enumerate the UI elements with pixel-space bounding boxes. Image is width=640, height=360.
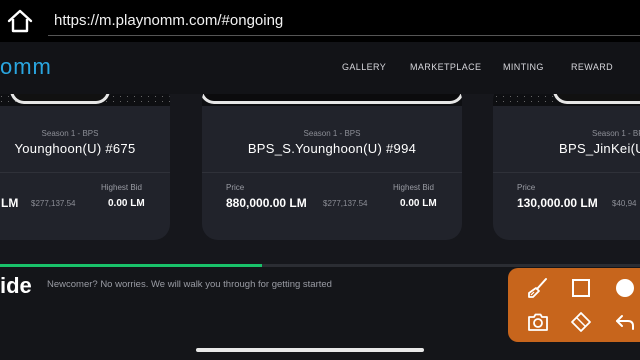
nav-marketplace[interactable]: MARKETPLACE (410, 62, 481, 72)
nft-image (493, 94, 640, 106)
highest-bid-label: Highest Bid (101, 183, 142, 192)
card-price: 880,000.00 LM (226, 196, 307, 210)
nft-card[interactable]: Season 1 - BPS BPS_JinKei(U Price 130,00… (493, 94, 640, 240)
card-season: Season 1 - BPS (303, 129, 361, 138)
square-icon[interactable] (567, 274, 595, 302)
guide-title: ide (0, 273, 32, 298)
eraser-icon[interactable] (567, 308, 595, 336)
undo-icon[interactable] (611, 308, 639, 336)
nft-card[interactable]: Season 1 - BPS BPS_S.Younghoon(U) #994 P… (202, 94, 462, 240)
site-logo[interactable]: omm (0, 54, 52, 80)
nav-minting[interactable]: MINTING (503, 62, 544, 72)
nft-image (0, 94, 170, 106)
ongoing-cards-carousel: Season 1 - BPS Younghoon(U) #675 Highest… (0, 94, 640, 266)
card-price: 130,000.00 LM (517, 196, 598, 210)
card-price-usd: $40,94 (612, 199, 637, 208)
camera-icon[interactable] (524, 308, 552, 336)
home-icon[interactable] (6, 8, 34, 34)
card-price-usd: $277,137.54 (31, 199, 76, 208)
nav-reward[interactable]: REWARD (571, 62, 613, 72)
browser-address-bar: https://m.playnomm.com/#ongoing (0, 0, 640, 42)
card-price-usd: $277,137.54 (323, 199, 368, 208)
card-title: Younghoon(U) #675 (14, 141, 136, 156)
site-header: omm GALLERY MARKETPLACE MINTING REWARD (0, 42, 640, 94)
highest-bid-value: 0.00 LM (108, 198, 145, 209)
guide-description: Newcomer? No worries. We will walk you t… (47, 279, 332, 290)
nft-card[interactable]: Season 1 - BPS Younghoon(U) #675 Highest… (0, 94, 170, 240)
card-season: Season 1 - BPS (41, 129, 99, 138)
nav-gallery[interactable]: GALLERY (342, 62, 386, 72)
url-field[interactable]: https://m.playnomm.com/#ongoing (48, 6, 640, 36)
annotation-tool-panel (508, 268, 640, 342)
nft-image (202, 94, 462, 106)
card-title: BPS_JinKei(U (559, 141, 640, 156)
highest-bid-label: Highest Bid (393, 183, 434, 192)
price-label: Price (517, 183, 536, 192)
card-price: 0 LM (0, 196, 19, 210)
card-title: BPS_S.Younghoon(U) #994 (247, 141, 417, 156)
highest-bid-value: 0.00 LM (400, 198, 437, 209)
gesture-home-bar[interactable] (196, 348, 424, 352)
card-season: Season 1 - BPS (592, 129, 640, 138)
brush-icon[interactable] (524, 274, 552, 302)
price-label: Price (226, 183, 245, 192)
circle-icon[interactable] (611, 274, 639, 302)
